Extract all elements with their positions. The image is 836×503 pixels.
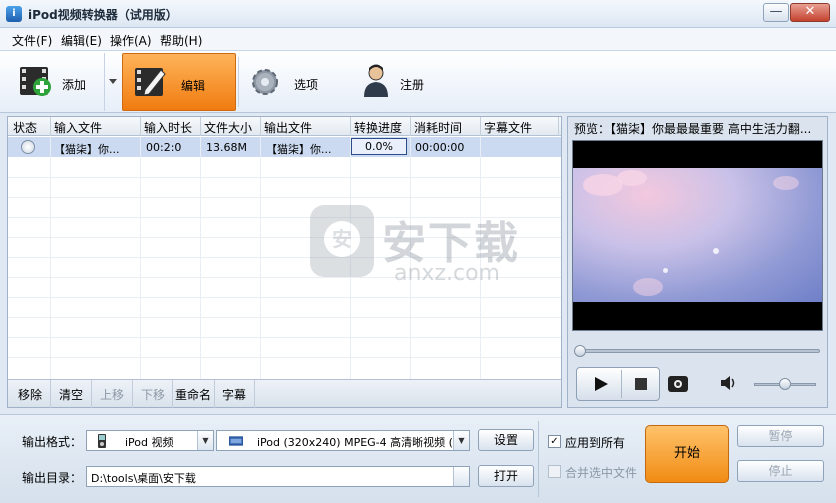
toolbar-separator bbox=[238, 57, 239, 107]
play-icon bbox=[595, 377, 608, 391]
list-action-bar: 移除 清空 上移 下移 重命名 字幕 bbox=[8, 379, 561, 408]
register-label: 注册 bbox=[400, 78, 425, 92]
watermark-url: anxz.com bbox=[394, 261, 500, 286]
stop-button[interactable]: 停止 bbox=[737, 460, 824, 482]
playback-controls bbox=[576, 367, 660, 401]
col-output-file[interactable]: 输出文件 bbox=[264, 119, 312, 136]
rename-button[interactable]: 重命名 bbox=[175, 386, 211, 403]
video-display[interactable] bbox=[572, 140, 823, 331]
format-select[interactable]: iPod 视频 ▼ bbox=[86, 430, 214, 451]
user-icon bbox=[364, 64, 388, 97]
stop-icon bbox=[635, 378, 647, 390]
apply-all-checkbox[interactable]: ✓ bbox=[548, 435, 561, 448]
add-button[interactable]: 添加 bbox=[12, 53, 104, 111]
subtitle-button[interactable]: 字幕 bbox=[222, 386, 246, 403]
close-button[interactable]: ✕ bbox=[790, 3, 830, 22]
play-button[interactable] bbox=[581, 370, 619, 398]
move-down-button[interactable]: 下移 bbox=[141, 386, 165, 403]
title-bar: i iPod视频转换器（试用版） — ✕ bbox=[0, 0, 836, 28]
volume-icon[interactable] bbox=[720, 375, 738, 395]
edit-button[interactable]: 编辑 bbox=[122, 53, 236, 111]
watermark: 安 安下载 anxz.com bbox=[310, 205, 530, 295]
progress-bar: 0.0% bbox=[351, 138, 407, 155]
cell-duration: 00:2:0 bbox=[146, 141, 182, 154]
cell-output-file: 【猫柒】你... bbox=[266, 143, 332, 156]
preview-panel: 预览：【猫柒】你最最最重要 高中生活力翻... bbox=[567, 116, 828, 408]
film-edit-icon bbox=[135, 68, 166, 96]
preview-title: 预览：【猫柒】你最最最重要 高中生活力翻... bbox=[574, 122, 812, 136]
cell-size: 13.68M bbox=[206, 141, 247, 154]
cell-input-file: 【猫柒】你... bbox=[54, 143, 120, 156]
volume-handle[interactable] bbox=[779, 378, 791, 390]
watermark-badge: 安 bbox=[324, 221, 360, 257]
seek-handle[interactable] bbox=[574, 345, 586, 357]
col-elapsed[interactable]: 消耗时间 bbox=[414, 119, 462, 136]
stop-playback-button[interactable] bbox=[621, 370, 659, 398]
pause-button[interactable]: 暂停 bbox=[737, 425, 824, 447]
format-value: iPod 视频 bbox=[125, 436, 174, 449]
seek-bar[interactable] bbox=[576, 349, 820, 353]
col-status[interactable]: 状态 bbox=[13, 119, 37, 136]
options-button[interactable]: 选项 bbox=[240, 53, 348, 111]
menu-bar: 文件(F) 编辑(E) 操作(A) 帮助(H) bbox=[0, 28, 836, 50]
ipod-icon bbox=[98, 434, 106, 448]
menu-file[interactable]: 文件(F) bbox=[12, 32, 52, 49]
start-button[interactable]: 开始 bbox=[645, 425, 729, 483]
register-button[interactable]: 注册 bbox=[350, 53, 462, 111]
open-folder-button[interactable]: 打开 bbox=[478, 465, 534, 487]
add-dropdown-button[interactable] bbox=[104, 53, 120, 111]
menu-edit[interactable]: 编辑(E) bbox=[61, 32, 102, 49]
merge-label: 合并选中文件 bbox=[565, 466, 638, 480]
output-dir-field[interactable]: D:\tools\桌面\安下载 bbox=[86, 466, 470, 487]
output-format-label: 输出格式： bbox=[22, 435, 83, 449]
move-up-button[interactable]: 上移 bbox=[100, 386, 124, 403]
apply-all-label: 应用到所有 bbox=[565, 436, 626, 450]
camera-icon bbox=[674, 380, 682, 388]
output-settings: 输出格式： iPod 视频 ▼ iPod (320x240) MPEG-4 高清… bbox=[0, 414, 836, 503]
gear-icon bbox=[252, 69, 278, 95]
col-subtitle[interactable]: 字幕文件 bbox=[484, 119, 532, 136]
remove-button[interactable]: 移除 bbox=[18, 386, 42, 403]
minimize-button[interactable]: — bbox=[763, 3, 789, 22]
app-icon: i bbox=[6, 6, 22, 22]
profile-value: iPod (320x240) MPEG-4 高清晰视频 (*.m bbox=[257, 436, 453, 449]
chevron-down-icon bbox=[109, 79, 117, 84]
chevron-down-icon[interactable] bbox=[453, 467, 469, 486]
profile-select[interactable]: iPod (320x240) MPEG-4 高清晰视频 (*.m ▼ bbox=[216, 430, 470, 451]
clear-button[interactable]: 清空 bbox=[59, 386, 83, 403]
edit-label: 编辑 bbox=[181, 79, 206, 93]
table-row[interactable]: 【猫柒】你... 00:2:0 13.68M 【猫柒】你... 0.0% 00:… bbox=[8, 137, 561, 157]
cell-elapsed: 00:00:00 bbox=[415, 141, 465, 154]
add-label: 添加 bbox=[62, 78, 87, 92]
options-label: 选项 bbox=[294, 78, 319, 92]
chevron-down-icon[interactable]: ▼ bbox=[453, 431, 469, 450]
mp4-icon bbox=[229, 436, 243, 446]
menu-action[interactable]: 操作(A) bbox=[110, 32, 152, 49]
status-idle-icon bbox=[21, 140, 35, 154]
col-progress[interactable]: 转换进度 bbox=[354, 119, 402, 136]
merge-checkbox[interactable] bbox=[548, 465, 561, 478]
chevron-down-icon[interactable]: ▼ bbox=[197, 431, 213, 450]
video-frame-image bbox=[573, 168, 822, 302]
settings-button[interactable]: 设置 bbox=[478, 429, 534, 451]
snapshot-button[interactable] bbox=[668, 376, 688, 392]
col-file-size[interactable]: 文件大小 bbox=[204, 119, 252, 136]
output-dir-value: D:\tools\桌面\安下载 bbox=[91, 472, 196, 485]
list-header: 状态 输入文件 输入时长 文件大小 输出文件 转换进度 消耗时间 字幕文件 bbox=[8, 117, 561, 136]
output-dir-label: 输出目录： bbox=[22, 471, 83, 485]
col-input-duration[interactable]: 输入时长 bbox=[144, 119, 192, 136]
window-title: iPod视频转换器（试用版） bbox=[28, 8, 178, 22]
menu-help[interactable]: 帮助(H) bbox=[160, 32, 202, 49]
col-input-file[interactable]: 输入文件 bbox=[54, 119, 102, 136]
toolbar: 添加 编辑 选项 注册 bbox=[0, 50, 836, 113]
shield-icon: 安 bbox=[310, 205, 374, 277]
film-add-icon bbox=[20, 67, 51, 96]
